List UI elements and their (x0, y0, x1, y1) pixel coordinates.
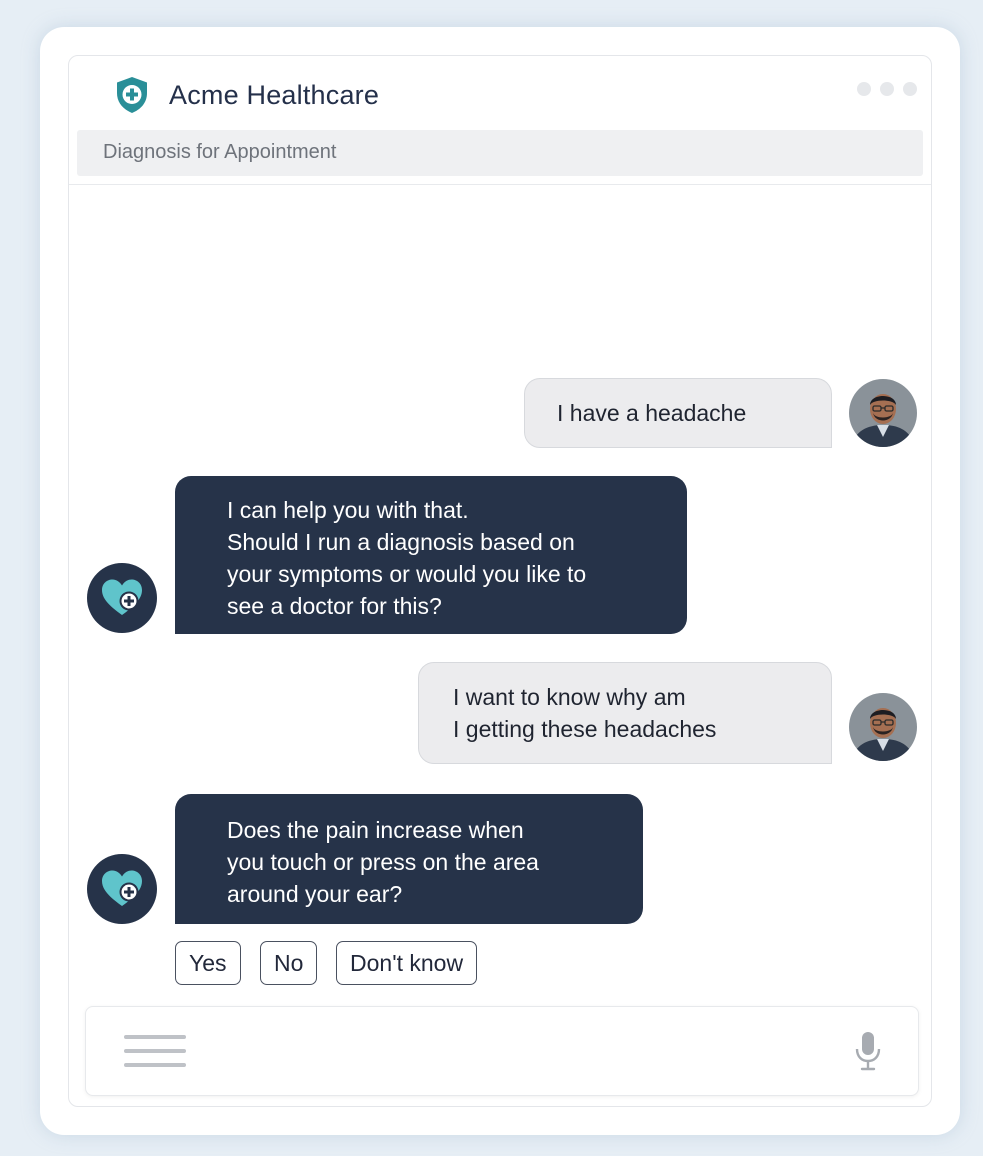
chat-header: Acme Healthcare (69, 56, 931, 128)
message-line: you touch or press on the area (227, 849, 539, 875)
quick-reply-yes[interactable]: Yes (175, 941, 241, 985)
message-line: I can help you with that. (227, 497, 469, 523)
message-line: around your ear? (227, 881, 403, 907)
bot-message: Does the pain increase when you touch or… (175, 794, 643, 924)
bot-avatar (87, 854, 157, 924)
bot-avatar (87, 563, 157, 633)
menu-bar (124, 1063, 186, 1067)
header-divider (69, 184, 931, 185)
message-line: Should I run a diagnosis based on (227, 529, 575, 555)
user-avatar (849, 379, 917, 447)
menu-bar (124, 1035, 186, 1039)
more-dots-icon[interactable] (857, 82, 917, 96)
dot (903, 82, 917, 96)
microphone-icon[interactable] (854, 1031, 882, 1071)
dot (880, 82, 894, 96)
message-line: Does the pain increase when (227, 817, 524, 843)
menu-bar (124, 1049, 186, 1053)
conversation-subtitle: Diagnosis for Appointment (103, 141, 337, 163)
user-message: I have a headache (524, 378, 832, 448)
quick-reply-dont-know[interactable]: Don't know (336, 941, 478, 985)
user-avatar (849, 693, 917, 761)
user-message: I want to know why am I getting these he… (418, 662, 832, 764)
heart-plus-icon (102, 579, 142, 615)
app-title: Acme Healthcare (169, 80, 380, 110)
conversation-subtitle-bar: Diagnosis for Appointment (77, 130, 923, 176)
message-line: see a doctor for this? (227, 593, 442, 619)
heart-plus-icon (102, 870, 142, 906)
dot (857, 82, 871, 96)
message-line: I have a headache (557, 400, 747, 426)
quick-reply-no[interactable]: No (260, 941, 318, 985)
message-line: I getting these headaches (453, 716, 717, 742)
message-line: your symptoms or would you like to (227, 561, 587, 587)
bot-message: I can help you with that. Should I run a… (175, 476, 687, 634)
hamburger-menu-icon[interactable] (124, 1035, 186, 1069)
shield-plus-icon (117, 77, 147, 113)
message-composer[interactable] (85, 1006, 919, 1096)
chat-window: Acme Healthcare Diagnosis for Appointmen… (68, 55, 932, 1107)
message-line: I want to know why am (453, 684, 686, 710)
